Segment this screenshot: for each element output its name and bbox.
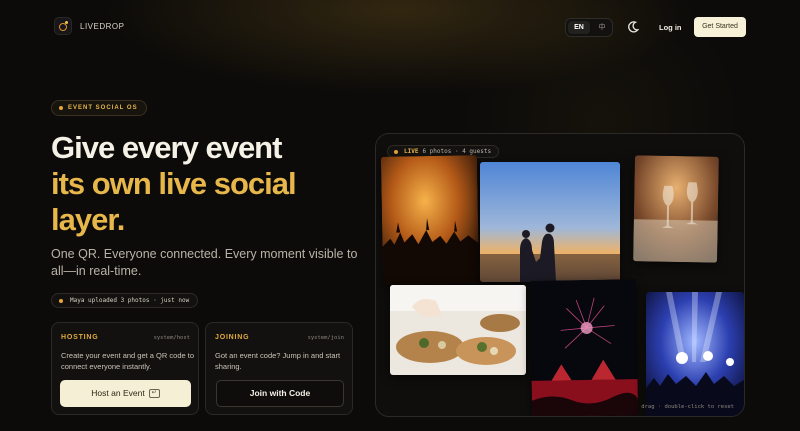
get-started-button[interactable]: Get Started [694, 17, 746, 37]
hosting-tag: HOSTING [61, 334, 99, 341]
photo-concert-crowd[interactable] [380, 155, 480, 285]
hosting-path: system/host [153, 335, 190, 341]
hosting-description: Create your event and get a QR code to c… [61, 351, 194, 371]
hero-title-line3: layer. [51, 202, 125, 237]
hero-title-line1: Give every event [51, 130, 282, 165]
photo-fireworks[interactable] [529, 279, 639, 416]
top-nav: LIVEDROP EN 中 Log in Get Started [0, 0, 800, 56]
joining-tag: JOINING [215, 334, 250, 341]
enter-key-icon: ↵ [148, 389, 160, 399]
photo-board[interactable]: LIVE 6 photos · 4 guests drag · double-c… [375, 133, 745, 417]
brand-name[interactable]: LIVEDROP [80, 22, 124, 31]
lang-zh-button[interactable]: 中 [592, 21, 612, 34]
moon-icon[interactable] [626, 20, 640, 34]
hero-subtitle: One QR. Everyone connected. Every moment… [51, 247, 358, 278]
photo-wine-dinner[interactable] [633, 155, 719, 263]
live-stats: 6 photos · 4 guests [422, 148, 492, 155]
board-hint: drag · double-click to reset [641, 404, 734, 410]
activity-ticker: Maya uploaded 3 photos · just now [51, 293, 199, 308]
photo-couple-beach[interactable] [480, 162, 620, 282]
lang-en-button[interactable]: EN [568, 21, 590, 34]
hero-title-line2: its own live social [51, 166, 297, 201]
logo-icon[interactable] [54, 17, 72, 35]
language-switcher: EN 中 [565, 18, 613, 37]
joining-description: Got an event code? Jump in and start sha… [215, 351, 341, 371]
joining-path: system/join [307, 335, 344, 341]
live-label: LIVE [404, 148, 419, 155]
host-event-button[interactable]: Host an Event ↵ [60, 380, 191, 407]
photo-plated-food[interactable] [390, 285, 526, 375]
joining-card: JOINING system/join Got an event code? J… [205, 322, 353, 415]
login-link[interactable]: Log in [659, 23, 682, 32]
host-event-label: Host an Event [91, 388, 145, 398]
photo-stage-lights[interactable] [646, 292, 744, 416]
hero-title: Give every event its own live social lay… [51, 130, 371, 238]
join-with-code-button[interactable]: Join with Code [216, 380, 344, 407]
hosting-card: HOSTING system/host Create your event an… [51, 322, 199, 415]
eyebrow-badge: EVENT SOCIAL OS [51, 100, 147, 116]
